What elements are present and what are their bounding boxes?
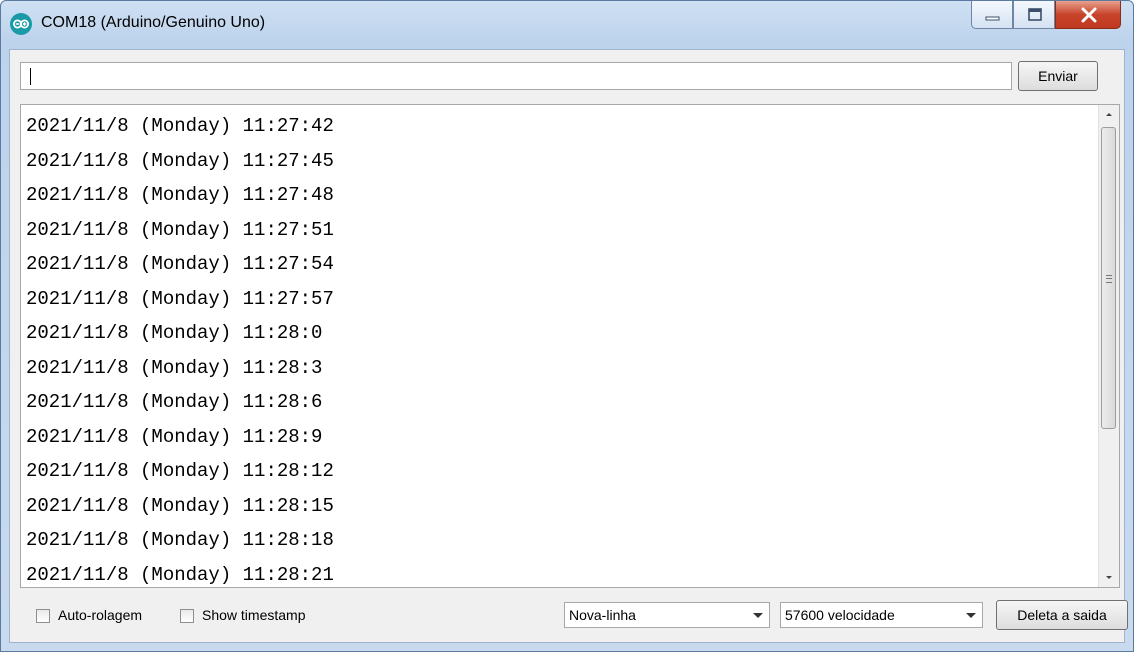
autoscroll-checkbox[interactable] (36, 609, 50, 623)
output-line: 2021/11/8 (Monday) 11:27:54 (26, 253, 334, 275)
send-input[interactable] (20, 62, 1012, 90)
close-button[interactable] (1055, 1, 1121, 29)
window-controls (971, 1, 1121, 31)
output-line: 2021/11/8 (Monday) 11:28:12 (26, 460, 334, 482)
footer-bar: Auto-rolagem Show timestamp Nova-linha 5… (10, 596, 1128, 636)
output-lines: 2021/11/8 (Monday) 11:27:42 2021/11/8 (Mo… (26, 109, 334, 587)
baud-rate-select[interactable]: 57600 velocidade (780, 602, 983, 628)
timestamp-checkbox[interactable] (180, 609, 194, 623)
window-title: COM18 (Arduino/Genuino Uno) (41, 14, 266, 31)
serial-output[interactable]: 2021/11/8 (Monday) 11:27:42 2021/11/8 (Mo… (20, 104, 1120, 588)
serial-monitor-window: COM18 (Arduino/Genuino Uno) Enviar 2021/… (0, 0, 1134, 652)
scrollbar-thumb[interactable] (1101, 127, 1116, 429)
line-ending-value: Nova-linha (569, 607, 636, 623)
output-line: 2021/11/8 (Monday) 11:28:21 (26, 563, 334, 586)
chevron-down-icon (753, 613, 763, 618)
output-line: 2021/11/8 (Monday) 11:27:48 (26, 184, 334, 206)
output-line: 2021/11/8 (Monday) 11:27:45 (26, 149, 334, 172)
arrow-up-icon (1106, 113, 1112, 116)
output-line: 2021/11/8 (Monday) 11:27:51 (26, 218, 334, 241)
output-line: 2021/11/8 (Monday) 11:28:0 (26, 322, 323, 344)
title-bar[interactable]: COM18 (Arduino/Genuino Uno) (1, 1, 1133, 47)
send-button[interactable]: Enviar (1018, 61, 1098, 91)
text-caret (30, 68, 31, 85)
maximize-icon (1028, 8, 1042, 21)
serial-monitor-client: Enviar 2021/11/8 (Monday) 11:27:42 2021/1… (9, 49, 1128, 643)
output-line: 2021/11/8 (Monday) 11:28:6 (26, 391, 323, 413)
timestamp-label: Show timestamp (202, 607, 306, 623)
line-ending-select[interactable]: Nova-linha (564, 602, 770, 628)
arrow-down-icon (1106, 576, 1112, 579)
scroll-down-arrow[interactable] (1099, 569, 1119, 587)
output-line: 2021/11/8 (Monday) 11:28:15 (26, 494, 334, 517)
scroll-up-arrow[interactable] (1099, 105, 1119, 123)
output-line: 2021/11/8 (Monday) 11:28:3 (26, 356, 323, 379)
grip-icon (1106, 275, 1112, 283)
output-line: 2021/11/8 (Monday) 11:27:57 (26, 287, 334, 310)
arduino-logo-icon (10, 13, 32, 35)
maximize-button[interactable] (1013, 1, 1055, 29)
output-line: 2021/11/8 (Monday) 11:28:18 (26, 529, 334, 551)
clear-output-button[interactable]: Deleta a saida (996, 600, 1128, 630)
baud-rate-value: 57600 velocidade (785, 607, 895, 623)
output-line: 2021/11/8 (Monday) 11:28:9 (26, 425, 323, 448)
autoscroll-label: Auto-rolagem (58, 607, 143, 623)
minimize-button[interactable] (971, 1, 1013, 29)
minimize-icon (985, 16, 1000, 21)
vertical-scrollbar[interactable] (1098, 105, 1119, 587)
chevron-down-icon (966, 613, 976, 618)
close-icon (1081, 7, 1097, 23)
output-line: 2021/11/8 (Monday) 11:27:42 (26, 115, 334, 137)
